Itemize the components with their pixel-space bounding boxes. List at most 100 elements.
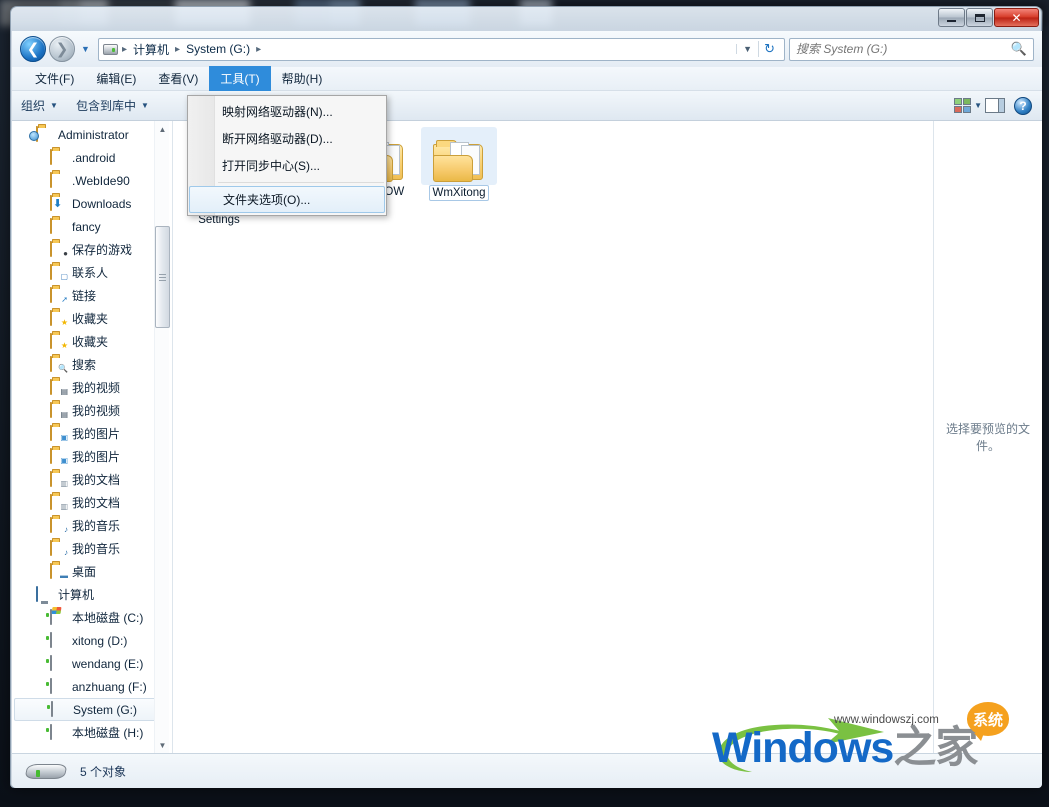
nav-item-11[interactable]: ▤我的视频	[14, 376, 157, 399]
nav-item-label: 收藏夹	[72, 310, 108, 327]
preview-pane-icon[interactable]	[985, 98, 1005, 113]
nav-item-9[interactable]: ★ 收藏夹	[14, 330, 157, 353]
menu-edit[interactable]: 编辑(E)	[85, 66, 147, 91]
menu-item-map-network-drive[interactable]: 映射网络驱动器(N)...	[188, 98, 386, 125]
maximize-button[interactable]	[966, 8, 993, 27]
folder-icon	[421, 127, 497, 185]
menu-file[interactable]: 文件(F)	[24, 66, 85, 91]
include-in-library-button[interactable]: 包含到库中 ▼	[67, 93, 158, 118]
file-item[interactable]: WmXitong	[421, 127, 497, 201]
user-folder-icon	[36, 127, 53, 142]
menu-item-open-sync-center[interactable]: 打开同步中心(S)...	[188, 152, 386, 179]
toolbar-right-group: ▼ ?	[954, 97, 1042, 115]
nav-item-label: 链接	[72, 287, 96, 304]
back-button[interactable]: ❮	[20, 36, 46, 62]
nav-item-25[interactable]: System (G:)	[14, 698, 157, 721]
nav-item-22[interactable]: xitong (D:)	[14, 629, 157, 652]
refresh-icon[interactable]: ↻	[758, 41, 780, 57]
breadcrumb-separator[interactable]: ▸	[120, 44, 129, 55]
nav-item-12[interactable]: ▤我的视频	[14, 399, 157, 422]
menu-tools[interactable]: 工具(T)	[209, 66, 270, 91]
nav-item-15[interactable]: ▥我的文档	[14, 468, 157, 491]
body-area: Administrator.android.WebIde90⬇Downloads…	[12, 121, 1042, 753]
videos-folder-icon: ▤	[50, 380, 67, 395]
nav-item-6[interactable]: ▢联系人	[14, 261, 157, 284]
nav-item-14[interactable]: ▣我的图片	[14, 445, 157, 468]
saved-games-folder-icon: ●	[50, 242, 67, 257]
nav-item-13[interactable]: ▣我的图片	[14, 422, 157, 445]
nav-item-label: 我的视频	[72, 402, 120, 419]
address-dropdown-icon[interactable]: ▼	[736, 44, 758, 54]
menu-help[interactable]: 帮助(H)	[271, 66, 334, 91]
nav-item-16[interactable]: ▥我的文档	[14, 491, 157, 514]
nav-item-18[interactable]: ♪我的音乐	[14, 537, 157, 560]
search-box[interactable]: 🔍	[789, 38, 1034, 61]
preview-message: 选择要预览的文件。	[942, 420, 1034, 454]
drive-icon	[24, 758, 68, 784]
nav-item-19[interactable]: ▬桌面	[14, 560, 157, 583]
nav-item-17[interactable]: ♪我的音乐	[14, 514, 157, 537]
tools-dropdown-menu: 映射网络驱动器(N)... 断开网络驱动器(D)... 打开同步中心(S)...…	[187, 95, 387, 216]
forward-button[interactable]: ❯	[49, 36, 75, 62]
folder-icon	[50, 150, 67, 165]
menu-view[interactable]: 查看(V)	[147, 66, 209, 91]
menu-item-disconnect-network-drive[interactable]: 断开网络驱动器(D)...	[188, 125, 386, 152]
status-text: 5 个对象	[80, 763, 126, 780]
chevron-down-icon[interactable]: ▼	[974, 101, 982, 110]
help-icon[interactable]: ?	[1014, 97, 1032, 115]
search-input[interactable]	[796, 42, 1011, 56]
nav-item-label: 联系人	[72, 264, 108, 281]
scroll-down-arrow[interactable]: ▼	[155, 737, 170, 753]
nav-item-label: 收藏夹	[72, 333, 108, 350]
organize-button[interactable]: 组织 ▼	[12, 93, 67, 118]
minimize-button[interactable]	[938, 8, 965, 27]
organize-label: 组织	[21, 97, 45, 114]
scroll-up-arrow[interactable]: ▲	[155, 121, 170, 137]
drive-icon	[103, 44, 118, 55]
favorites-folder-icon: ★	[50, 334, 67, 349]
nav-item-1[interactable]: .android	[14, 146, 157, 169]
nav-item-23[interactable]: wendang (E:)	[14, 652, 157, 675]
nav-item-10[interactable]: 🔍搜索	[14, 353, 157, 376]
chevron-down-icon: ▼	[50, 101, 58, 110]
nav-item-24[interactable]: anzhuang (F:)	[14, 675, 157, 698]
music-folder-icon: ♪	[50, 518, 67, 533]
nav-item-7[interactable]: ➚链接	[14, 284, 157, 307]
menu-separator	[218, 182, 384, 183]
breadcrumb-item-system-g[interactable]: System (G:)	[182, 41, 254, 57]
breadcrumb-separator[interactable]: ▸	[173, 44, 182, 55]
drive-icon	[50, 679, 67, 694]
navigation-scrollbar[interactable]: ▲ ▼	[154, 121, 169, 753]
history-dropdown-icon[interactable]: ▼	[79, 44, 92, 54]
nav-item-label: 保存的游戏	[72, 241, 132, 258]
pictures-folder-icon: ▣	[50, 449, 67, 464]
downloads-folder-icon: ⬇	[50, 196, 67, 211]
navigation-pane: Administrator.android.WebIde90⬇Downloads…	[12, 121, 173, 753]
nav-item-0[interactable]: Administrator	[14, 123, 157, 146]
nav-item-label: xitong (D:)	[72, 634, 127, 648]
menu-item-folder-options[interactable]: 文件夹选项(O)...	[189, 186, 385, 213]
search-icon: 🔍	[1011, 41, 1027, 57]
nav-item-label: fancy	[72, 220, 101, 234]
nav-item-21[interactable]: 本地磁盘 (C:)	[14, 606, 157, 629]
breadcrumb[interactable]: ▸ 计算机 ▸ System (G:) ▸ ▼ ↻	[98, 38, 785, 61]
nav-item-26[interactable]: 本地磁盘 (H:)	[14, 721, 157, 744]
nav-item-label: wendang (E:)	[72, 657, 143, 671]
title-bar: ✕	[11, 7, 1043, 31]
pictures-folder-icon: ▣	[50, 426, 67, 441]
nav-item-label: 桌面	[72, 563, 96, 580]
nav-item-label: 搜索	[72, 356, 96, 373]
music-folder-icon: ♪	[50, 541, 67, 556]
nav-item-8[interactable]: ★收藏夹	[14, 307, 157, 330]
scrollbar-thumb[interactable]	[155, 226, 170, 328]
nav-item-20[interactable]: 计算机	[14, 583, 157, 606]
nav-item-5[interactable]: ● 保存的游戏	[14, 238, 157, 261]
nav-item-4[interactable]: fancy	[14, 215, 157, 238]
breadcrumb-item-computer[interactable]: 计算机	[129, 40, 173, 59]
views-icon[interactable]	[954, 98, 971, 113]
nav-item-3[interactable]: ⬇Downloads	[14, 192, 157, 215]
breadcrumb-separator[interactable]: ▸	[254, 44, 263, 55]
nav-item-2[interactable]: .WebIde90	[14, 169, 157, 192]
close-button[interactable]: ✕	[994, 8, 1039, 27]
nav-item-label: 计算机	[58, 586, 94, 603]
